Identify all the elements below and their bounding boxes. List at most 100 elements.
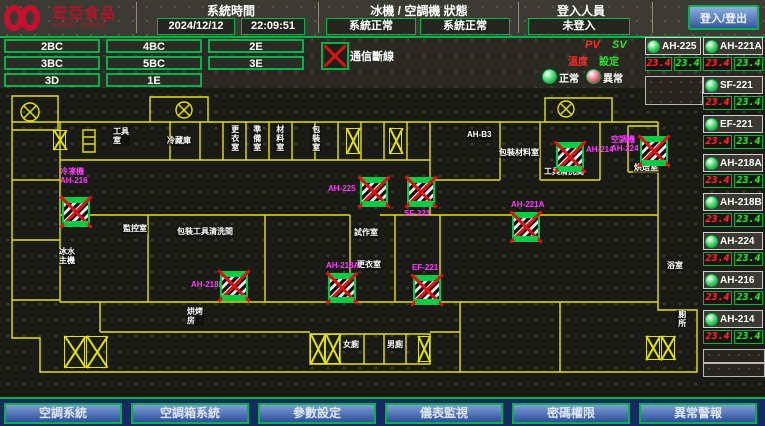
sv-value: 23.4 (734, 330, 763, 344)
room-label: 更衣室 (356, 261, 382, 270)
bottom-nav-bar: 空調系統空調箱系統參數設定儀表監視密碼權限異常警報 (0, 397, 765, 426)
unit-slot-empty (645, 76, 703, 105)
ahu-tag-label: AH-221A (511, 201, 544, 210)
status-led-icon (705, 313, 718, 326)
floor-plan: 工具 室冷藏庫更衣室準備室材料室包裝室AH-B3包裝材料室工具清洗間烘焙室監控室… (0, 88, 765, 398)
unit-AH-218B: AH-218B 23.423.4 (703, 193, 763, 227)
room-label: 監控室 (122, 225, 148, 234)
unit-values: 23.423.4 (645, 57, 701, 71)
ahu-device-AH-221A[interactable] (512, 212, 540, 242)
pv-value: 23.4 (703, 96, 732, 110)
unit-values: 23.423.4 (703, 213, 763, 227)
room-label: 冰水 主機 (58, 248, 76, 266)
room-label: 冷藏庫 (166, 137, 192, 146)
ahu-tag-label: AH-214 (586, 146, 614, 155)
nav-button-4[interactable]: 儀表監視 (385, 403, 503, 424)
unit-AH-214: AH-214 23.423.4 (703, 310, 763, 344)
status-led-icon (705, 79, 718, 92)
ahu-device-AH-214[interactable] (556, 142, 584, 172)
unit-values: 23.423.4 (703, 252, 763, 266)
stair-icon (646, 336, 660, 360)
unit-button-AH-214[interactable]: AH-214 (703, 310, 763, 328)
ahu-device-AH-225[interactable] (360, 177, 388, 207)
sv-value: 23.4 (734, 174, 763, 188)
pv-value: 23.4 (703, 57, 732, 71)
unit-button-AH-221A[interactable]: AH-221A (703, 37, 763, 55)
ahu-tag-label: AH-218A (326, 262, 359, 271)
ahu-device-AH-218A[interactable] (328, 273, 356, 303)
room-label: 材料室 (274, 125, 285, 152)
stair-icon (64, 336, 85, 368)
room-label: 更衣室 (229, 125, 240, 152)
unit-values: 23.423.4 (703, 330, 763, 344)
nav-button-3[interactable]: 參數設定 (258, 403, 376, 424)
unit-values: 23.423.4 (703, 174, 763, 188)
nav-button-2[interactable]: 空調箱系統 (131, 403, 249, 424)
room-label: 男廁 (386, 341, 404, 350)
unit-slot-empty (703, 363, 765, 377)
stair-icon (325, 334, 340, 364)
unit-button-SF-221[interactable]: SF-221 (703, 76, 763, 94)
unit-values: 23.423.4 (703, 135, 763, 149)
unit-name-label: AH-218B (720, 197, 762, 208)
stair-icon (310, 334, 325, 364)
ahu-device-AH-218B[interactable] (220, 271, 248, 301)
unit-button-AH-225[interactable]: AH-225 (645, 37, 701, 55)
sv-value: 23.4 (734, 57, 763, 71)
unit-button-EF-221[interactable]: EF-221 (703, 115, 763, 133)
ahu-device-AH-216[interactable] (62, 197, 90, 227)
stair-icon (389, 128, 402, 154)
pv-value: 23.4 (703, 252, 732, 266)
unit-AH-218A: AH-218A 23.423.4 (703, 154, 763, 188)
room-label: 廁所 (676, 310, 687, 328)
ahu-tag-label: AH-225 (328, 185, 356, 194)
pv-value: 23.4 (703, 174, 732, 188)
unit-AH-221A: AH-221A 23.423.4 (703, 37, 763, 71)
unit-button-AH-216[interactable]: AH-216 (703, 271, 763, 289)
unit-name-label: AH-216 (720, 275, 754, 286)
unit-name-label: EF-221 (720, 119, 753, 130)
ahu-tag-label: SF-221 (404, 210, 430, 219)
status-led-icon (705, 235, 718, 248)
unit-name-label: AH-225 (662, 41, 696, 52)
pv-value: 23.4 (645, 57, 672, 71)
room-label: 準備室 (251, 125, 262, 152)
room-label: 女廁 (342, 341, 360, 350)
ahu-tag-label: EF-221 (412, 264, 438, 273)
sv-value: 23.4 (734, 291, 763, 305)
unit-name-label: AH-214 (720, 314, 754, 325)
unit-button-AH-224[interactable]: AH-224 (703, 232, 763, 250)
unit-name-label: SF-221 (720, 80, 753, 91)
unit-EF-221: EF-221 23.423.4 (703, 115, 763, 149)
nav-button-6[interactable]: 異常警報 (639, 403, 757, 424)
room-label: AH-B3 (466, 131, 492, 140)
ahu-device-EF-221[interactable] (413, 275, 441, 305)
unit-button-AH-218B[interactable]: AH-218B (703, 193, 763, 211)
unit-AH-225: AH-225 23.423.4 (645, 37, 701, 71)
room-label: 包裝室 (310, 125, 321, 152)
unit-values: 23.423.4 (703, 57, 763, 71)
unit-values: 23.423.4 (703, 291, 763, 305)
ahu-device-SF-221[interactable] (407, 177, 435, 207)
unit-SF-221: SF-221 23.423.4 (703, 76, 763, 110)
ahu-device-AH-224[interactable] (640, 136, 668, 166)
unit-values: 23.423.4 (703, 96, 763, 110)
room-label: 包裝材料室 (498, 149, 540, 158)
ahu-tag-label: 空調機 AH-224 (611, 136, 639, 154)
nav-button-1[interactable]: 空調系統 (4, 403, 122, 424)
pv-value: 23.4 (703, 330, 732, 344)
status-led-icon (705, 274, 718, 287)
pv-value: 23.4 (703, 135, 732, 149)
status-led-icon (647, 40, 660, 53)
sv-value: 23.4 (734, 213, 763, 227)
status-led-icon (705, 196, 718, 209)
nav-button-5[interactable]: 密碼權限 (512, 403, 630, 424)
status-led-icon (705, 118, 718, 131)
unit-name-label: AH-224 (720, 236, 754, 247)
sv-value: 23.4 (734, 252, 763, 266)
unit-AH-224: AH-224 23.423.4 (703, 232, 763, 266)
room-label: 包裝工具清洗間 (176, 228, 234, 237)
status-led-icon (705, 40, 718, 53)
unit-button-AH-218A[interactable]: AH-218A (703, 154, 763, 172)
unit-name-label: AH-218A (720, 158, 762, 169)
